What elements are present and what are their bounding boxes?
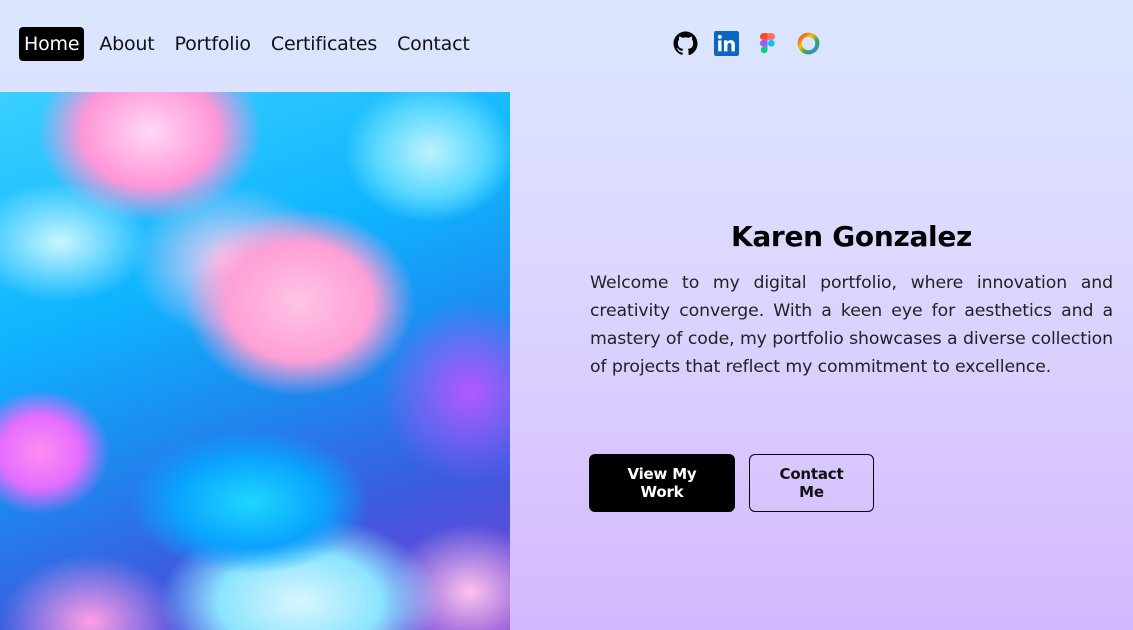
hero-cloud-image (0, 92, 510, 630)
linkedin-icon[interactable] (714, 31, 739, 56)
view-my-work-button[interactable]: View My Work (589, 454, 735, 512)
social-links (673, 31, 821, 56)
nav-portfolio[interactable]: Portfolio (170, 27, 256, 61)
main-nav: Home About Portfolio Certificates Contac… (19, 26, 485, 62)
nav-about[interactable]: About (94, 27, 159, 61)
hero-content: Karen Gonzalez Welcome to my digital por… (590, 218, 1113, 381)
hero-intro: Welcome to my digital portfolio, where i… (590, 273, 1113, 377)
nav-contact[interactable]: Contact (392, 27, 475, 61)
nav-certificates[interactable]: Certificates (266, 27, 382, 61)
contact-me-button[interactable]: Contact Me (749, 454, 874, 512)
figma-icon[interactable] (755, 31, 780, 56)
hero-name: Karen Gonzalez (730, 220, 973, 253)
nav-home[interactable]: Home (19, 27, 85, 61)
github-icon[interactable] (673, 31, 698, 56)
hero-actions: View My Work Contact Me (589, 454, 874, 512)
ring-logo-icon[interactable] (796, 31, 821, 56)
